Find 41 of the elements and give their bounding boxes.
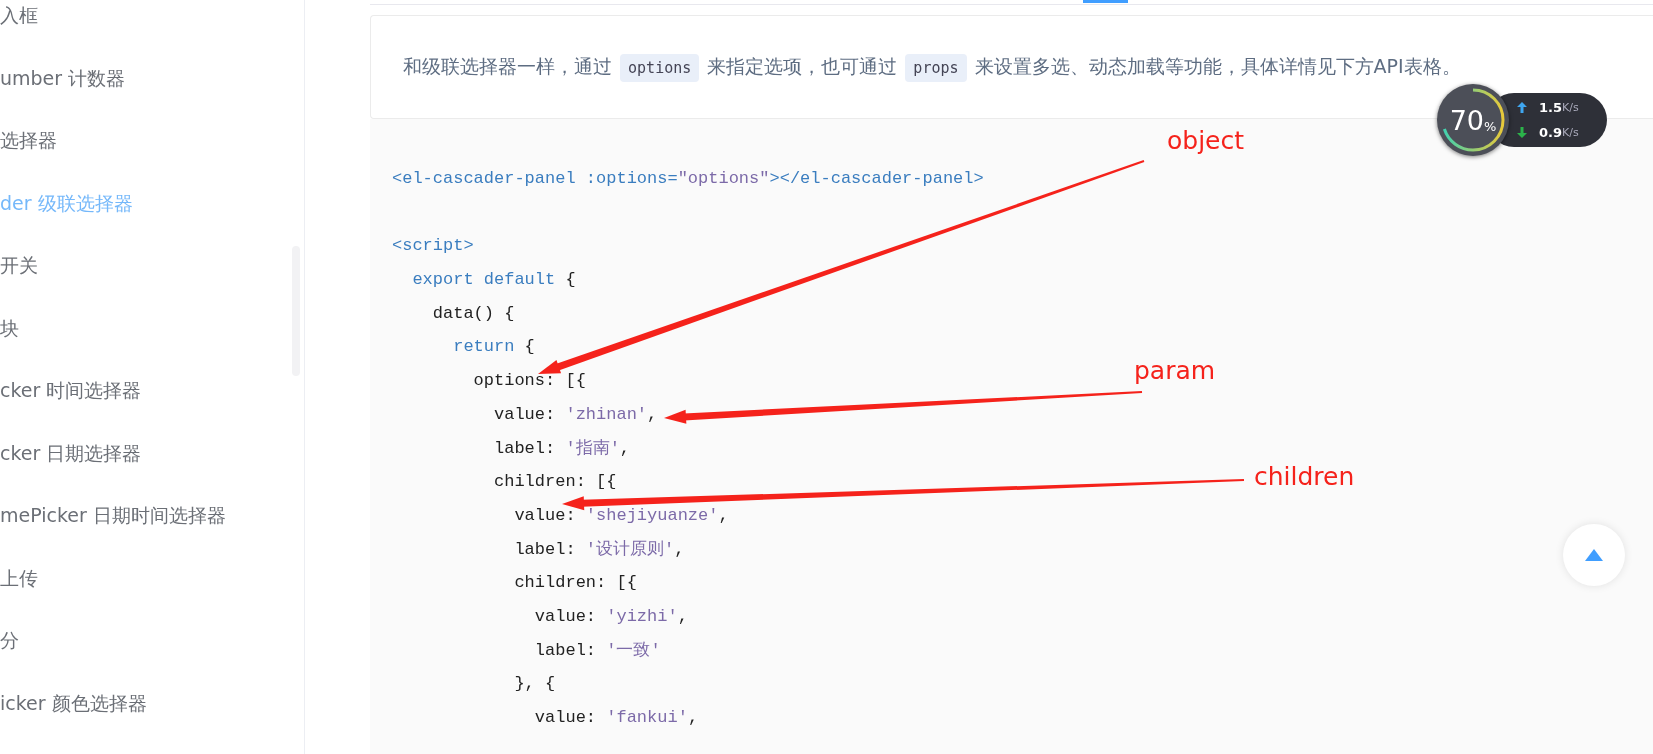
code-line: <el-cascader-panel :options="options"></el-cascader-panel> [392, 168, 984, 190]
code-line: value: 'shejiyuanze', [513, 504, 729, 527]
download-speed: 0.9 [1539, 125, 1563, 140]
code-line: export default { [411, 269, 576, 292]
code-line: children: [{ [493, 471, 617, 494]
sidebar-item[interactable]: 块 [0, 296, 19, 359]
speed-unit: K/s [1562, 101, 1579, 114]
code-line: children: [{ [513, 572, 637, 595]
sidebar-item[interactable]: 选择器 [0, 109, 57, 172]
annotation-label: object [1167, 126, 1245, 155]
sidebar-item[interactable]: 开关 [0, 234, 38, 297]
annotation-label: param [1134, 356, 1216, 385]
code-line: value: 'fankui', [533, 707, 699, 729]
speed-unit: K/s [1562, 126, 1579, 139]
sidebar-item[interactable]: 分 [0, 609, 19, 672]
code-line: value: 'yizhi', [533, 605, 688, 628]
description-text: 和级联选择器一样，通过 options 来指定选项，也可通过 props 来设置多选、动态加载等功能，具体详情见下方API表格。 [403, 54, 1461, 80]
sidebar-item[interactable]: umber 计数器 [0, 46, 126, 109]
tab-indicator [1083, 0, 1128, 3]
upload-speed: 1.5 [1539, 100, 1563, 115]
sidebar-item[interactable]: 上传 [0, 546, 38, 609]
code-line: <script> [392, 235, 474, 258]
sidebar-item[interactable]: 入框 [0, 0, 38, 47]
code-line: return { [452, 336, 535, 359]
code-line: }, { [513, 673, 556, 696]
code-line: data() { [431, 302, 515, 325]
annotation-label: children [1254, 462, 1355, 491]
sidebar-item[interactable]: icker 颜色选择器 [0, 671, 147, 734]
code-line: label: '一致' [533, 639, 661, 662]
upload-arrow-icon [1517, 102, 1527, 113]
code-line: value: 'zhinan', [493, 403, 658, 426]
code-line: label: '指南', [493, 437, 631, 460]
sidebar-item[interactable]: mePicker 日期时间选择器 [0, 484, 226, 547]
percent-sign: % [1484, 118, 1497, 134]
sidebar-item[interactable]: cker 日期选择器 [0, 421, 142, 484]
code-line: options: [{ [472, 370, 586, 393]
code-line: label: '设计原则', [513, 538, 685, 561]
sidebar-item[interactable]: cker 时间选择器 [0, 359, 142, 422]
usage-percent: 70 [1449, 104, 1484, 136]
download-arrow-icon [1517, 127, 1527, 138]
up-triangle-icon [1585, 549, 1603, 561]
